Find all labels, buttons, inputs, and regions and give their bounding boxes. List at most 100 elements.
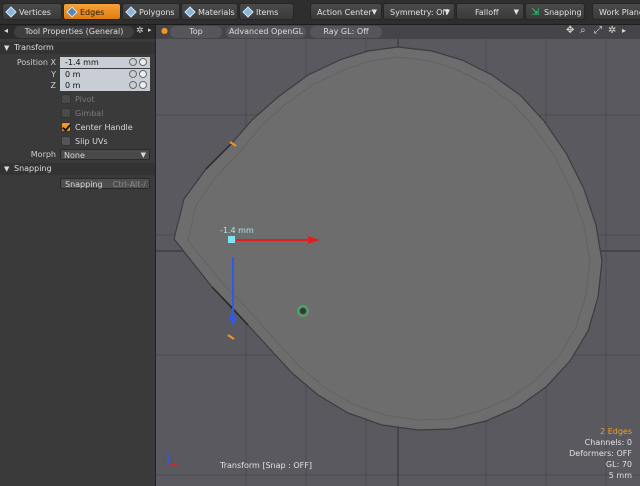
snapping-button-label: Snapping (65, 180, 103, 189)
move-view-icon[interactable]: ✥ (566, 25, 574, 36)
position-y-value: 0 m (65, 70, 81, 79)
axis-gizmo (167, 453, 178, 466)
edge-midpoint-marker (227, 334, 235, 340)
hud-selection-count: 2 Edges (600, 427, 632, 436)
collapse-icon[interactable]: ◂ (4, 26, 8, 35)
pivot-checkbox[interactable] (61, 94, 71, 104)
chevron-down-icon: ▼ (140, 151, 146, 159)
panel-header: ◂ Tool Properties (General) ✲ ▸ (0, 25, 155, 39)
morph-dropdown[interactable]: None ▼ (60, 149, 150, 160)
z-arrow-icon[interactable] (229, 315, 237, 327)
snapping-section-header[interactable]: ▼ Snapping (0, 163, 155, 175)
view-type-button[interactable]: Top (170, 26, 222, 38)
panel-title: Tool Properties (General) (24, 27, 124, 36)
reset-icon[interactable] (129, 70, 137, 78)
vertices-icon (5, 6, 17, 18)
renderer-label: Advanced OpenGL (228, 27, 304, 36)
viewport-canvas (156, 25, 640, 486)
materials-mode-button[interactable]: Materials (181, 3, 238, 20)
gear-icon[interactable]: ✲ (136, 26, 144, 36)
position-y-field[interactable]: 0 m (60, 69, 150, 80)
link-icon[interactable] (139, 70, 147, 78)
vertices-mode-button[interactable]: Vertices (2, 3, 62, 20)
viewport-menu-icon[interactable]: ● (161, 26, 168, 35)
action-center-dot (300, 308, 306, 314)
action-center-label: Action Center (317, 8, 372, 17)
hud-channels: Channels: 0 (584, 438, 632, 447)
expand-icon[interactable]: ▸ (622, 26, 626, 35)
snapping-popup-button[interactable]: Snapping Ctrl-Alt-/ (60, 178, 150, 189)
vertices-label: Vertices (19, 8, 51, 17)
snapping-toggle-button[interactable]: ⇲ Snapping (525, 3, 585, 20)
view-type-label: Top (189, 27, 203, 36)
expand-triangle-icon: ▼ (4, 44, 10, 52)
slip-uvs-label: Slip UVs (75, 137, 108, 146)
position-y-label: Y (51, 70, 56, 79)
gimbal-checkbox[interactable] (61, 108, 71, 118)
action-center-dropdown[interactable]: Action Center ▼ (310, 3, 382, 20)
snapping-label: Snapping (544, 8, 582, 17)
hud-scale: 5 mm (608, 471, 632, 480)
expand-triangle-icon: ▼ (4, 165, 10, 173)
symmetry-label: Symmetry: Off (390, 8, 448, 17)
expand-icon[interactable]: ▸ (148, 26, 152, 34)
falloff-dropdown[interactable]: Falloff ▼ (456, 3, 524, 20)
polygons-mode-button[interactable]: Polygons (122, 3, 180, 20)
chevron-down-icon: ▼ (444, 8, 450, 16)
position-z-value: 0 m (65, 81, 81, 90)
position-x-field[interactable]: -1.4 mm (60, 57, 150, 68)
center-handle-label: Center Handle (75, 123, 133, 132)
panel-title-tab[interactable]: Tool Properties (General) (14, 26, 134, 38)
materials-label: Materials (198, 8, 235, 17)
chevron-down-icon: ▼ (371, 8, 377, 16)
transform-section-header[interactable]: ▼ Transform (0, 42, 155, 54)
transform-section-label: Transform (14, 43, 54, 52)
3d-viewport[interactable]: ● Top Advanced OpenGL Ray GL: Off ✥ ⌕ ⤢ … (156, 25, 640, 486)
polygons-icon (125, 6, 137, 18)
link-icon[interactable] (139, 81, 147, 89)
chevron-down-icon: ▼ (513, 8, 519, 16)
position-x-label: Position X (16, 58, 56, 67)
raygl-button[interactable]: Ray GL: Off (310, 26, 382, 38)
mesh-polygon[interactable] (173, 46, 603, 431)
zoom-view-icon[interactable]: ⌕ (580, 25, 586, 36)
polygons-label: Polygons (139, 8, 175, 17)
morph-label: Morph (30, 150, 56, 159)
tool-properties-panel: ◂ Tool Properties (General) ✲ ▸ ▼ Transf… (0, 25, 156, 486)
symmetry-dropdown[interactable]: Symmetry: Off ▼ (383, 3, 455, 20)
reset-icon[interactable] (129, 58, 137, 66)
materials-icon (184, 6, 196, 18)
position-z-field[interactable]: 0 m (60, 80, 150, 91)
edges-mode-button[interactable]: Edges (63, 3, 121, 20)
tool-status: Transform [Snap : OFF] (220, 461, 312, 470)
handle-readout: -1.4 mm (220, 226, 254, 235)
fit-view-icon[interactable]: ⤢ (594, 25, 602, 36)
hud-deformers: Deformers: OFF (569, 449, 632, 458)
edges-label: Edges (80, 8, 105, 17)
work-plane-label: Work Plane (599, 8, 640, 17)
hud-gl: GL: 70 (605, 460, 632, 469)
morph-value: None (64, 151, 85, 160)
link-icon[interactable] (139, 58, 147, 66)
top-toolbar: Vertices Edges Polygons Materials Items … (0, 0, 640, 25)
snapping-section-label: Snapping (14, 164, 52, 173)
gimbal-label: Gimbal (75, 109, 104, 118)
items-label: Items (256, 8, 279, 17)
slip-uvs-checkbox[interactable] (61, 136, 71, 146)
position-x-value: -1.4 mm (65, 58, 99, 67)
position-z-label: Z (50, 81, 56, 90)
falloff-label: Falloff (475, 8, 499, 17)
viewport-header: ● Top Advanced OpenGL Ray GL: Off ✥ ⌕ ⤢ … (156, 25, 640, 39)
center-handle-checkbox[interactable] (61, 122, 71, 132)
gear-icon[interactable]: ✲ (608, 25, 616, 36)
reset-icon[interactable] (129, 81, 137, 89)
work-plane-button[interactable]: Work Plane (592, 3, 640, 20)
pivot-label: Pivot (75, 95, 95, 104)
raygl-label: Ray GL: Off (323, 27, 369, 36)
edges-icon (66, 6, 78, 18)
renderer-button[interactable]: Advanced OpenGL (226, 26, 306, 38)
items-mode-button[interactable]: Items (239, 3, 294, 20)
center-handle-square[interactable] (228, 236, 235, 243)
snapping-icon: ⇲ (531, 7, 540, 18)
items-icon (242, 6, 254, 18)
